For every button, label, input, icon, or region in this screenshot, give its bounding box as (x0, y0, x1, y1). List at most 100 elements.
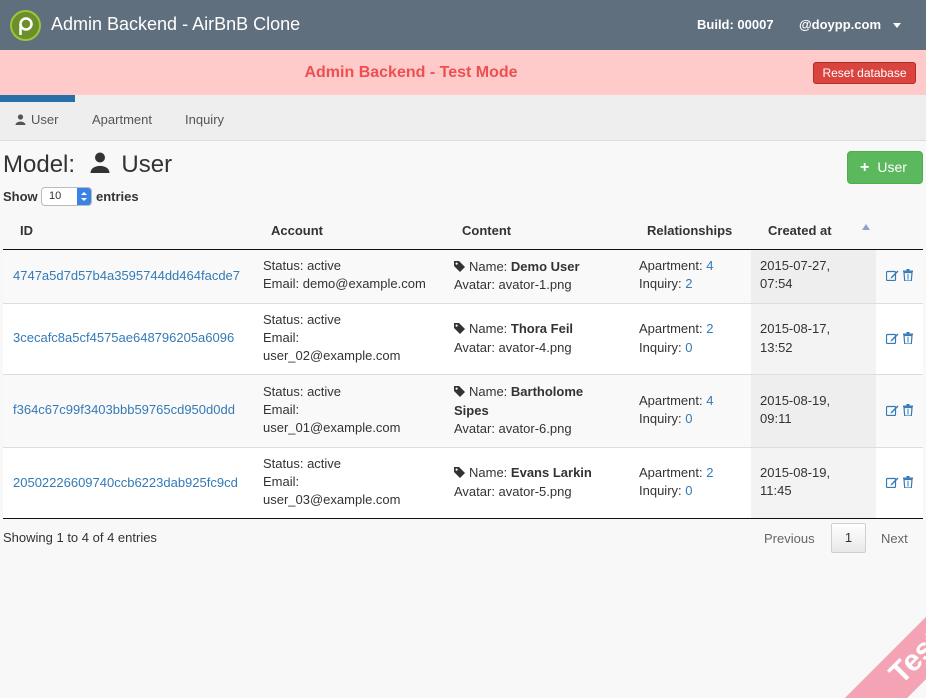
add-user-label: User (877, 159, 907, 175)
tag-icon (454, 386, 465, 397)
created-date: 2015-08-19, (760, 465, 831, 480)
created-time: 13:52 (760, 340, 793, 355)
edit-icon[interactable] (886, 476, 899, 488)
name-value-line2: Sipes (454, 403, 489, 418)
account-email-label: Email: (263, 402, 300, 417)
inquiry-count-link[interactable]: 0 (685, 340, 692, 355)
entries-value: 10 (49, 190, 62, 202)
content-name: Name: Demo User (454, 258, 580, 276)
chevron-updown-icon (77, 188, 91, 205)
relationship-inquiry: Inquiry: 0 (639, 482, 693, 500)
add-user-button[interactable]: + User (847, 151, 923, 184)
row-id-link[interactable]: 3cecafc8a5cf4575ae648796205a6096 (13, 329, 234, 347)
banner-title: Admin Backend - Test Mode (304, 64, 518, 81)
column-header-created-at[interactable]: Created at (768, 223, 832, 238)
top-navbar: Admin Backend - AirBnB Clone Build: 0000… (0, 0, 926, 50)
tag-icon (454, 261, 465, 272)
table-bottom-divider (3, 518, 923, 519)
inquiry-count-link[interactable]: 2 (685, 276, 692, 291)
account-status: Status: active (263, 456, 342, 471)
edit-icon[interactable] (886, 332, 899, 344)
created-time: 07:54 (760, 276, 793, 291)
name-label: Name: (469, 321, 508, 336)
trash-icon[interactable] (903, 476, 913, 488)
user-icon (15, 114, 26, 125)
relationship-inquiry: Inquiry: 0 (639, 410, 693, 428)
created-time: 09:11 (760, 411, 792, 426)
tab-inquiry[interactable]: Inquiry (185, 112, 224, 127)
account-email-label: Email: (263, 330, 300, 345)
model-name: User (121, 151, 173, 178)
column-header-relationships[interactable]: Relationships (647, 223, 732, 238)
apartment-count-link[interactable]: 4 (706, 258, 713, 273)
column-header-account[interactable]: Account (271, 223, 323, 238)
row-id-link[interactable]: 4747a5d7d57b4a3595744dd464facde7 (13, 267, 240, 285)
test-mode-banner: Admin Backend - Test Mode Reset database (0, 50, 926, 95)
edit-icon[interactable] (886, 269, 899, 281)
name-value: Demo User (510, 259, 580, 274)
tab-user[interactable]: User (15, 112, 58, 127)
inquiry-label: Inquiry: (639, 483, 682, 498)
email-label: Email: (263, 276, 300, 291)
edit-icon[interactable] (886, 404, 899, 416)
trash-icon[interactable] (903, 269, 913, 281)
show-label: Show (3, 189, 38, 204)
created-date: 2015-07-27, (760, 258, 831, 273)
column-header-content[interactable]: Content (462, 223, 511, 238)
user-menu[interactable]: @doypp.com (799, 17, 881, 32)
apartment-label: Apartment: (639, 321, 703, 336)
content-avatar: Avatar: avator-4.png (454, 340, 572, 355)
inquiry-label: Inquiry: (639, 411, 682, 426)
account-status: Status: active (263, 384, 342, 399)
name-value: Evans Larkin (510, 465, 592, 480)
tag-icon (454, 323, 465, 334)
user-icon (90, 152, 110, 173)
row-id-link[interactable]: f364c67c99f3403bbb59765cd950d0dd (13, 401, 235, 419)
account-email: user_01@example.com (263, 420, 401, 435)
inquiry-count-link[interactable]: 0 (685, 483, 692, 498)
sort-asc-icon[interactable] (862, 224, 870, 230)
reset-database-button[interactable]: Reset database (813, 62, 916, 84)
relationship-apartment: Apartment: 4 (639, 257, 713, 275)
content-name: Name: Thora Feil (454, 320, 573, 338)
tab-apartment[interactable]: Apartment (92, 112, 152, 127)
trash-icon[interactable] (903, 404, 913, 416)
row-id-link[interactable]: 20502226609740ccb6223dab925fc9cd (13, 474, 238, 492)
pagination-page-1[interactable]: 1 (831, 523, 866, 553)
tab-user-label: User (31, 112, 59, 127)
name-value-line1: Bartholome (510, 384, 584, 399)
caret-down-icon[interactable] (893, 23, 901, 28)
content-avatar: Avatar: avator-1.png (454, 277, 572, 292)
content-name: Name: Evans Larkin (454, 464, 592, 482)
inquiry-count-link[interactable]: 0 (685, 411, 692, 426)
table-row: f364c67c99f3403bbb59765cd950d0dd Status:… (3, 375, 923, 448)
pagination-next[interactable]: Next (881, 531, 908, 546)
apartment-label: Apartment: (639, 465, 703, 480)
name-label: Name: (469, 259, 508, 274)
page-title: Model: User (3, 151, 172, 179)
apartment-count-link[interactable]: 2 (706, 465, 713, 480)
table-row: 4747a5d7d57b4a3595744dd464facde7 Status:… (3, 250, 923, 304)
trash-icon[interactable] (903, 332, 913, 344)
apartment-count-link[interactable]: 2 (706, 321, 713, 336)
created-date: 2015-08-19, (760, 393, 831, 408)
test-ribbon-label: Test (843, 598, 926, 698)
account-email: Email: demo@example.com (263, 275, 426, 293)
name-value: Thora Feil (510, 321, 574, 336)
email-value: demo@example.com (302, 276, 426, 291)
build-number: Build: 00007 (697, 17, 774, 32)
app-title[interactable]: Admin Backend - AirBnB Clone (51, 14, 300, 35)
name-label: Name: (469, 384, 508, 399)
relationship-inquiry: Inquiry: 2 (639, 275, 693, 293)
account-status: Status: active (263, 312, 342, 327)
tag-icon (454, 467, 465, 478)
entries-select[interactable]: 10 (41, 187, 92, 206)
column-header-id[interactable]: ID (20, 223, 33, 238)
relationship-apartment: Apartment: 2 (639, 320, 713, 338)
relationship-apartment: Apartment: 4 (639, 392, 713, 410)
pagination-previous[interactable]: Previous (764, 531, 815, 546)
apartment-label: Apartment: (639, 258, 703, 273)
content-name: Name: Bartholome (454, 383, 583, 401)
logo-icon[interactable] (10, 10, 41, 41)
apartment-count-link[interactable]: 4 (706, 393, 713, 408)
